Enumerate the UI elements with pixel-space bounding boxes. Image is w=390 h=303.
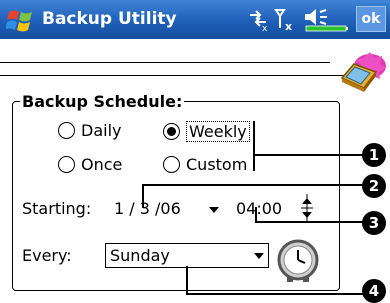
chevron-down-icon[interactable] <box>254 253 264 259</box>
signal-icon[interactable]: x <box>274 6 298 32</box>
callout-line <box>186 266 188 294</box>
time-spinner-icon[interactable] <box>300 194 314 222</box>
radio-custom-label: Custom <box>186 155 248 174</box>
every-day-value: Sunday <box>110 246 170 265</box>
header-divider <box>0 62 330 63</box>
radio-weekly-label: Weekly <box>186 121 250 142</box>
radio-daily-circle[interactable] <box>58 122 75 139</box>
svg-text:x: x <box>285 20 292 32</box>
radio-custom[interactable]: Custom <box>163 155 247 174</box>
starting-label: Starting: <box>22 199 92 218</box>
app-title: Backup Utility <box>42 9 177 29</box>
callout-line <box>255 207 257 222</box>
clock-icon <box>277 239 319 282</box>
radio-daily-label: Daily <box>81 121 122 140</box>
volume-icon[interactable] <box>302 6 352 32</box>
callout-line <box>142 184 144 208</box>
start-date-picker[interactable]: 1 / 3 /06 <box>114 199 181 218</box>
callout-marker-2: 2 <box>362 174 386 198</box>
callout-line <box>142 184 372 186</box>
every-day-select[interactable]: Sunday <box>105 243 269 268</box>
radio-weekly[interactable]: Weekly <box>163 121 250 142</box>
connectivity-icon[interactable]: x <box>246 6 270 32</box>
group-title: Backup Schedule: <box>20 92 185 111</box>
start-time-field[interactable]: 04:00 <box>236 199 282 218</box>
ok-button[interactable]: ok <box>356 6 386 32</box>
date-dropdown-arrow-icon[interactable] <box>209 207 219 213</box>
callout-marker-3: 3 <box>362 211 386 235</box>
title-bar: Backup Utility x x ok <box>0 0 390 39</box>
callout-line <box>253 121 255 171</box>
callout-line <box>253 154 375 156</box>
callout-line <box>186 293 366 295</box>
battery-icon <box>305 25 348 32</box>
header-divider <box>0 75 345 76</box>
radio-once-label: Once <box>81 155 123 174</box>
radio-once-circle[interactable] <box>58 156 75 173</box>
start-menu-icon[interactable] <box>6 6 36 34</box>
svg-text:x: x <box>262 24 268 32</box>
every-label: Every: <box>22 246 72 265</box>
callout-marker-1: 1 <box>362 143 386 167</box>
backup-app-icon <box>340 52 386 92</box>
radio-weekly-circle[interactable] <box>163 123 180 140</box>
radio-once[interactable]: Once <box>58 155 122 174</box>
callout-line <box>255 221 372 223</box>
radio-custom-circle[interactable] <box>163 156 180 173</box>
callout-marker-4: 4 <box>362 279 386 303</box>
radio-daily[interactable]: Daily <box>58 121 121 140</box>
